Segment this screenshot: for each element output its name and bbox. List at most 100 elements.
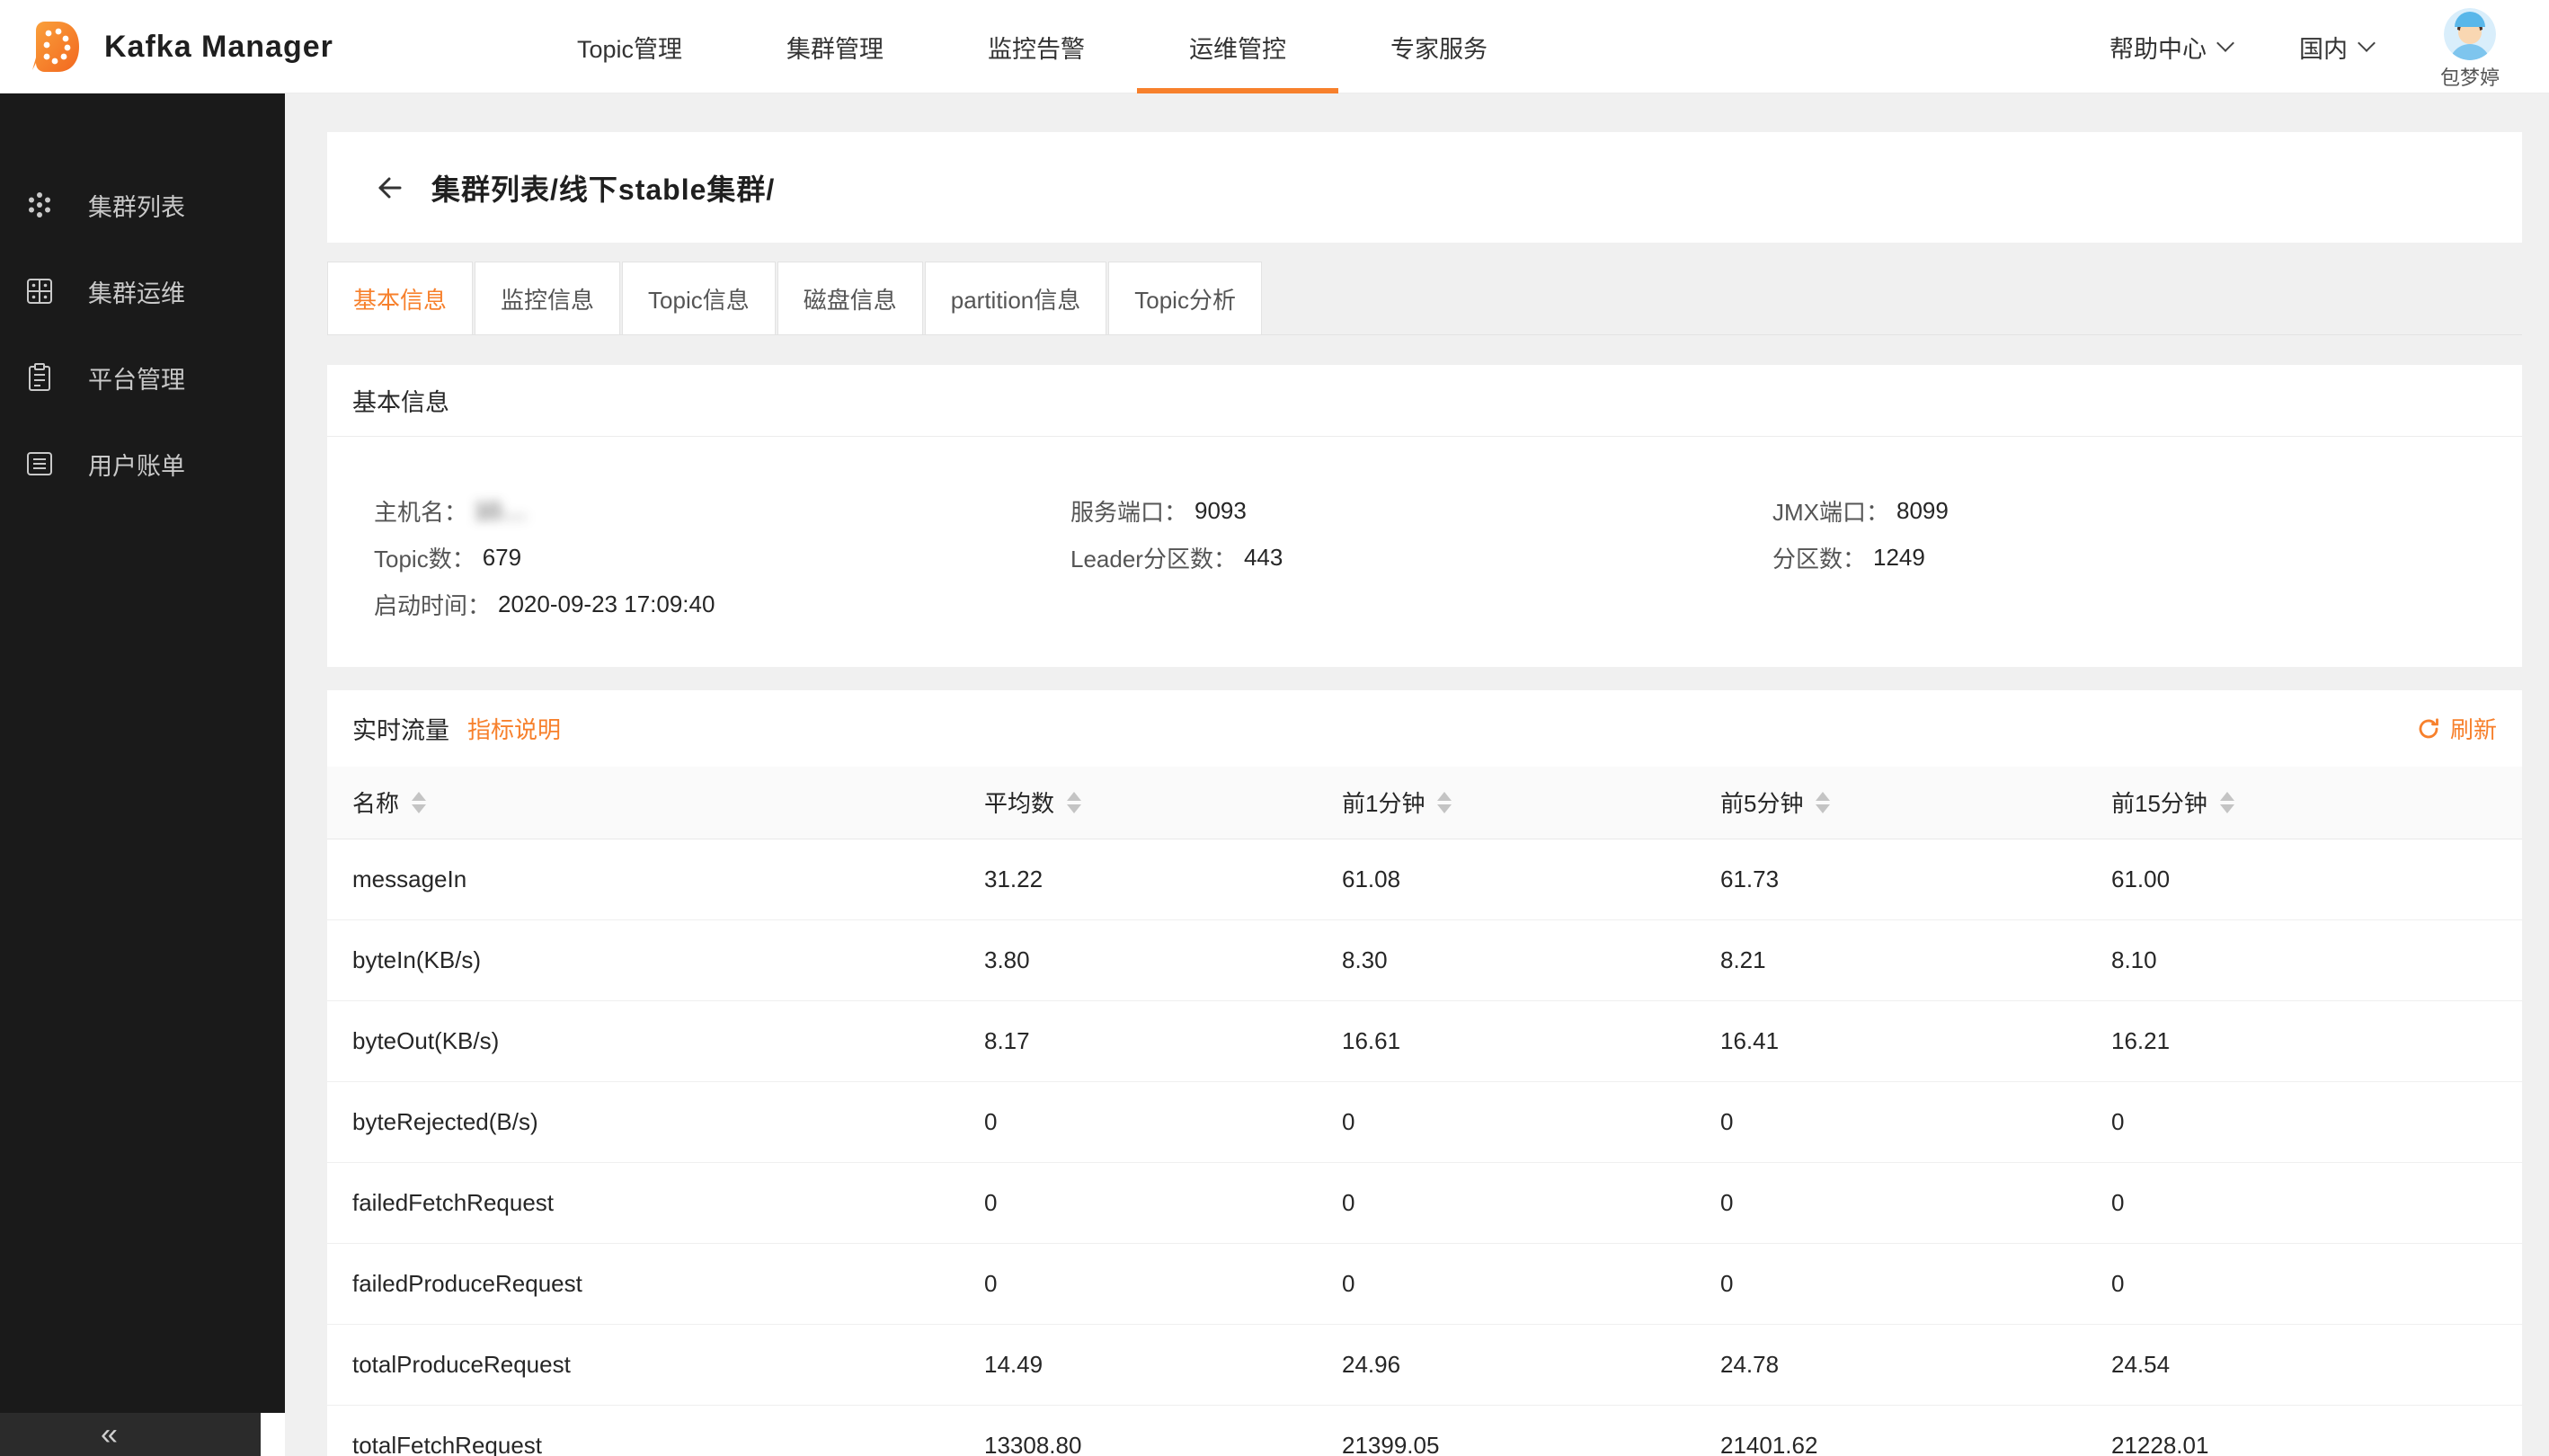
metric-name-cell: totalFetchRequest [327,1405,984,1456]
top-nav-item[interactable]: 运维管控 [1137,0,1338,93]
info-field-value: 8099 [1896,497,1949,525]
info-field: 主机名：10.... [374,487,1070,534]
tab[interactable]: Topic分析 [1108,262,1262,335]
metric-value-cell: 0 [1342,1243,1720,1324]
metric-value-cell: 61.08 [1342,839,1720,919]
info-field-label: 启动时间： [374,588,491,621]
sidebar-item[interactable]: 平台管理 [0,334,285,421]
metrics-table-body: messageIn31.2261.0861.7361.00byteIn(KB/s… [327,839,2522,1456]
page-title: 集群列表/线下stable集群/ [431,167,775,209]
basic-info-title: 基本信息 [352,383,449,418]
metric-name-cell: byteIn(KB/s) [327,919,984,1000]
column-header[interactable]: 前5分钟 [1720,767,2111,839]
chevron-down-icon [2216,34,2234,52]
metric-value-cell: 8.17 [984,1000,1342,1081]
metric-value-cell: 21401.62 [1720,1405,2111,1456]
tab[interactable]: 监控信息 [475,262,620,335]
sort-caret-down-icon [1437,804,1452,813]
info-field-value: 2020-09-23 17:09:40 [498,590,715,618]
info-field-value: 443 [1244,544,1283,572]
top-nav-item[interactable]: 监控告警 [936,0,1137,93]
help-center-label: 帮助中心 [2109,30,2207,65]
sort-caret-down-icon [1067,804,1081,813]
metric-value-cell: 0 [1342,1081,1720,1162]
top-nav-item[interactable]: 专家服务 [1338,0,1540,93]
back-arrow-icon[interactable] [370,171,404,205]
tab[interactable]: Topic信息 [622,262,776,335]
info-field-label: 服务端口： [1070,494,1187,528]
info-field-value: 679 [483,544,521,572]
column-header[interactable]: 平均数 [984,767,1342,839]
metric-value-cell: 13308.80 [984,1405,1342,1456]
sidebar-item[interactable]: 集群运维 [0,248,285,334]
basic-info-header: 基本信息 [327,365,2522,437]
metric-value-cell: 61.73 [1720,839,2111,919]
tab[interactable]: partition信息 [925,262,1107,335]
sort-caret-up-icon [412,792,426,801]
tab[interactable]: 磁盘信息 [777,262,923,335]
sidebar-menu: 集群列表集群运维平台管理用户账单 [0,162,285,507]
metric-value-cell: 16.61 [1342,1000,1720,1081]
brand-wrap: Kafka Manager [27,0,333,93]
tab[interactable]: 基本信息 [327,262,473,335]
table-row: failedFetchRequest0000 [327,1162,2522,1243]
user-menu[interactable]: 包梦婷 [2440,8,2500,91]
region-selector[interactable]: 国内 [2299,30,2373,65]
main-content: 集群列表/线下stable集群/ 基本信息监控信息Topic信息磁盘信息part… [285,93,2549,1456]
metric-name-cell: failedProduceRequest [327,1243,984,1324]
sort-caret-down-icon [1816,804,1830,813]
refresh-label: 刷新 [2450,712,2497,745]
sort-caret-up-icon [1067,792,1081,801]
metrics-description-link[interactable]: 指标说明 [467,712,561,745]
column-header[interactable]: 前1分钟 [1342,767,1720,839]
table-row: totalProduceRequest14.4924.9624.7824.54 [327,1324,2522,1405]
column-header[interactable]: 前15分钟 [2111,767,2522,839]
info-field-value: 9093 [1195,497,1247,525]
metric-value-cell: 0 [1720,1162,2111,1243]
metric-value-cell: 21399.05 [1342,1405,1720,1456]
user-name: 包梦婷 [2440,62,2500,91]
sidebar-item-label: 集群运维 [88,274,185,309]
region-label: 国内 [2299,30,2348,65]
basic-info-grid: 主机名：10....服务端口：9093JMX端口：8099Topic数：679L… [327,437,2522,667]
sort-icon [1067,792,1081,813]
sort-caret-up-icon [1816,792,1830,801]
table-row: failedProduceRequest0000 [327,1243,2522,1324]
column-header-label: 前15分钟 [2111,786,2207,819]
sort-icon [2220,792,2234,813]
sidebar-item[interactable]: 用户账单 [0,421,285,507]
metric-value-cell: 0 [1342,1162,1720,1243]
sidebar: 集群列表集群运维平台管理用户账单 « [0,93,285,1456]
help-center-menu[interactable]: 帮助中心 [2109,30,2232,65]
sort-caret-down-icon [2220,804,2234,813]
metric-name-cell: byteOut(KB/s) [327,1000,984,1081]
metric-value-cell: 31.22 [984,839,1342,919]
metric-value-cell: 16.21 [2111,1000,2522,1081]
metric-value-cell: 24.96 [1342,1324,1720,1405]
sidebar-item[interactable]: 集群列表 [0,162,285,248]
metric-value-cell: 0 [984,1243,1342,1324]
metric-name-cell: byteRejected(B/s) [327,1081,984,1162]
refresh-button[interactable]: 刷新 [2416,712,2497,745]
user-bill-icon [23,448,56,480]
info-field-label: 主机名： [374,494,467,528]
column-header-label: 平均数 [984,786,1054,819]
metric-value-cell: 24.78 [1720,1324,2111,1405]
sidebar-collapse-button[interactable]: « [0,1413,261,1456]
table-row: messageIn31.2261.0861.7361.00 [327,839,2522,919]
metric-value-cell: 3.80 [984,919,1342,1000]
metric-value-cell: 21228.01 [2111,1405,2522,1456]
top-nav-item[interactable]: Topic管理 [525,0,734,93]
table-row: byteOut(KB/s)8.1716.6116.4116.21 [327,1000,2522,1081]
info-field: 分区数：1249 [1772,534,2522,581]
realtime-traffic-title: 实时流量 [352,711,449,746]
metric-value-cell: 0 [1720,1243,2111,1324]
top-nav-item[interactable]: 集群管理 [734,0,936,93]
sidebar-item-label: 用户账单 [88,447,185,482]
metric-name-cell: failedFetchRequest [327,1162,984,1243]
column-header[interactable]: 名称 [327,767,984,839]
avatar [2444,8,2496,60]
metric-value-cell: 0 [984,1081,1342,1162]
metric-value-cell: 8.30 [1342,919,1720,1000]
sort-icon [412,792,426,813]
